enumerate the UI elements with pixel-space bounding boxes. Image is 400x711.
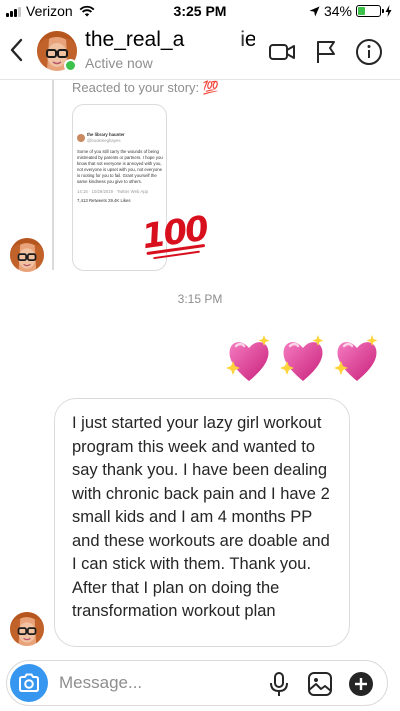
- microphone-icon[interactable]: [265, 670, 293, 698]
- tweet-screenshot: the library haunter @bookmeghayes Some o…: [77, 132, 164, 204]
- sparkling-hearts-message[interactable]: [224, 333, 382, 387]
- battery-percent: 34%: [323, 3, 352, 19]
- tweet-handle: @bookmeghayes: [87, 138, 121, 143]
- charging-bolt-icon: [385, 5, 392, 17]
- tweet-body: Some of you still carry the wounds of be…: [77, 149, 163, 184]
- status-bar: Verizon 3:25 PM 34%: [0, 0, 400, 22]
- tweet-header: the library haunter @bookmeghayes: [77, 132, 164, 144]
- back-chevron-icon[interactable]: [6, 36, 28, 64]
- camera-button[interactable]: [10, 664, 48, 702]
- story-reaction-label: Reacted to your story: 💯: [72, 80, 219, 95]
- tweet-meta: 14:15 · 10/29/2019 · Twitter Web App: [77, 189, 149, 194]
- camera-icon: [19, 673, 39, 692]
- message-input[interactable]: [59, 669, 259, 697]
- message-timestamp: 3:15 PM: [177, 292, 223, 306]
- battery-icon: [356, 5, 384, 17]
- status-right: 34%: [309, 3, 392, 19]
- hundred-points-icon: 100: [139, 208, 210, 260]
- tweet-stats: 7,413 Retweets 29.4K Likes: [77, 198, 164, 204]
- avatar-glasses-icon: [10, 238, 44, 272]
- active-status: Active now: [85, 55, 153, 71]
- tweet-likes: 29.4K Likes: [108, 198, 131, 203]
- video-call-icon[interactable]: [268, 38, 296, 66]
- tweet-retweets: 7,413 Retweets: [77, 198, 107, 203]
- location-arrow-icon: [309, 6, 320, 16]
- sparkling-heart-icon: [280, 335, 324, 381]
- flag-icon[interactable]: [312, 38, 340, 66]
- add-plus-icon[interactable]: [347, 670, 375, 698]
- tweet-avatar: [77, 134, 85, 142]
- sender-avatar[interactable]: [10, 238, 44, 272]
- online-status-dot: [64, 59, 77, 72]
- reply-thread-line: [52, 80, 54, 270]
- message-composer: [6, 660, 388, 706]
- incoming-message-bubble[interactable]: I just started your lazy girl workout pr…: [54, 398, 350, 647]
- redacted-name-blur: [185, 30, 243, 52]
- info-icon[interactable]: [355, 38, 383, 66]
- gallery-icon[interactable]: [306, 670, 334, 698]
- sparkling-heart-icon: [334, 335, 378, 381]
- chat-header: the_real_a ie Active now: [0, 22, 400, 80]
- sender-avatar[interactable]: [10, 612, 44, 646]
- sparkling-heart-icon: [226, 335, 270, 381]
- avatar-glasses-icon: [10, 612, 44, 646]
